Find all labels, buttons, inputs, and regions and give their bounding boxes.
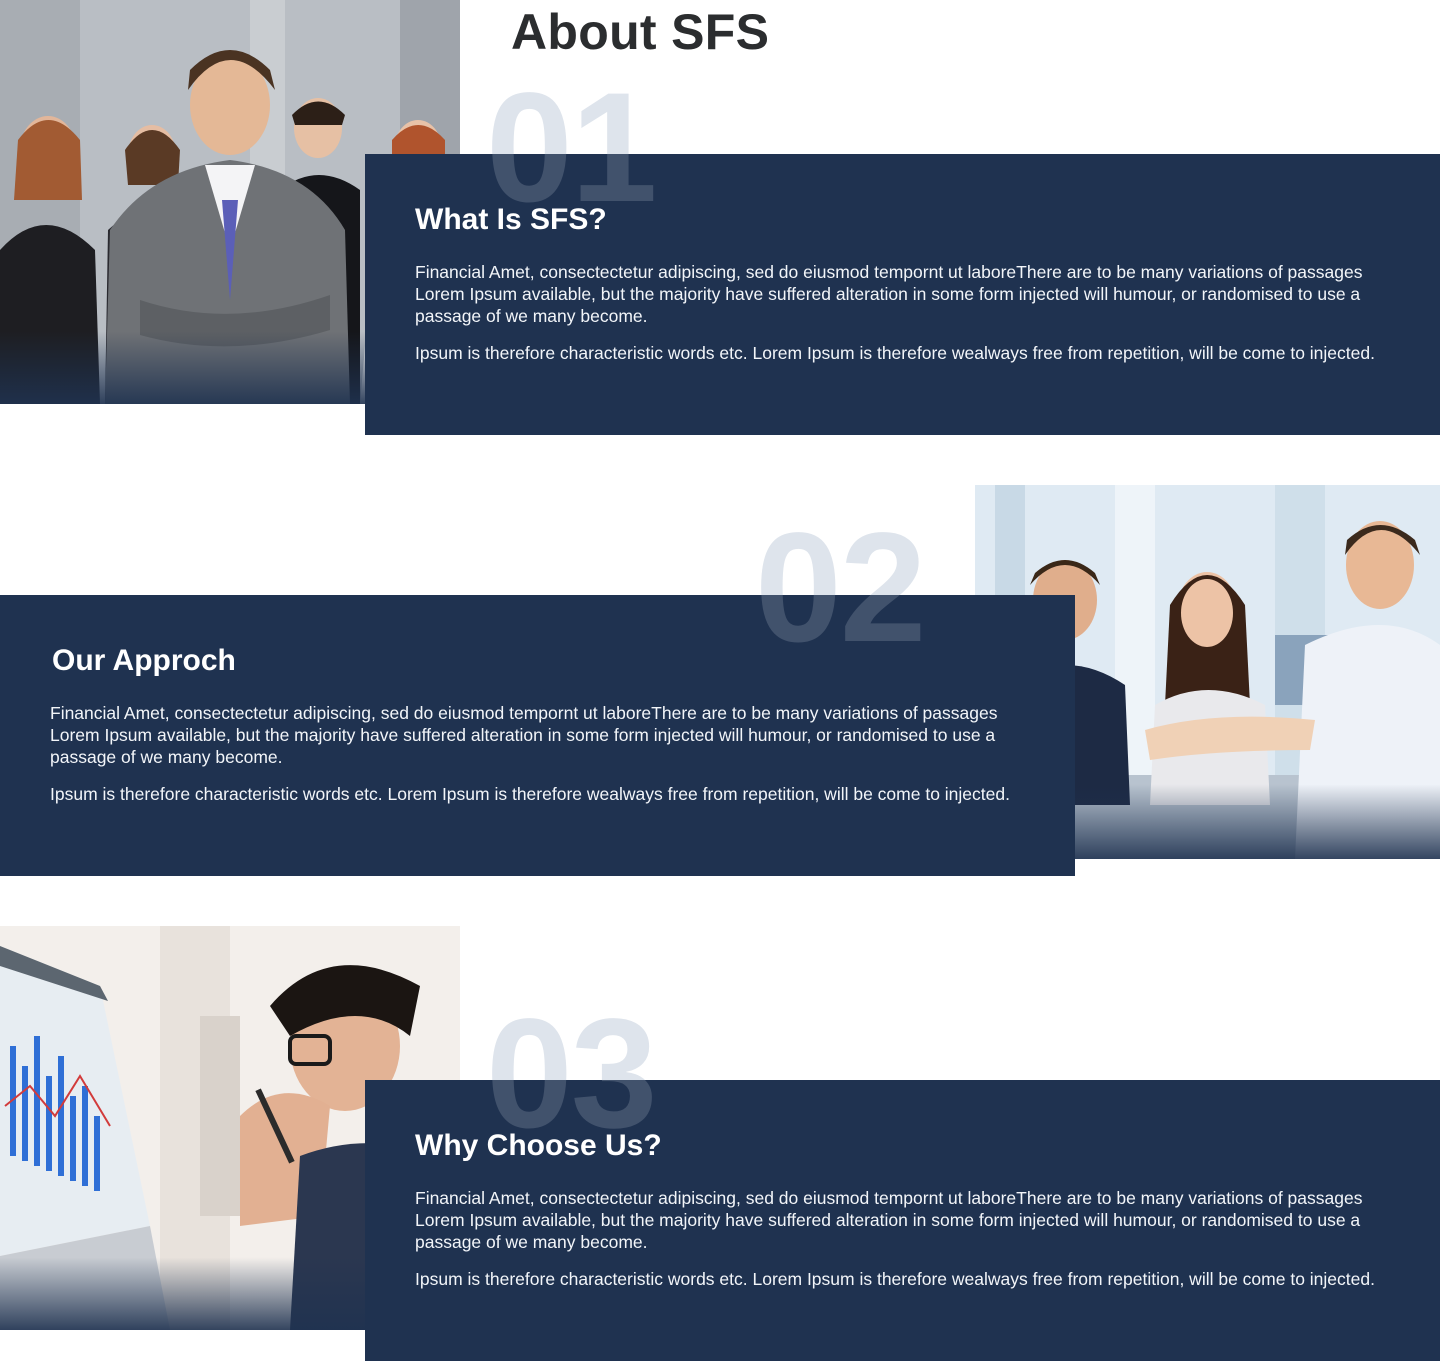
section-paragraph: Ipsum is therefore characteristic words … [415, 1269, 1375, 1289]
section-paragraph: Ipsum is therefore characteristic words … [50, 784, 1010, 804]
section-paragraph: Ipsum is therefore characteristic words … [415, 343, 1375, 363]
section-paragraph: Financial Amet, consectectetur adipiscin… [415, 262, 1363, 326]
section-paragraph: Financial Amet, consectectetur adipiscin… [50, 703, 998, 767]
section-number-overlay: 02 [755, 501, 927, 675]
section-number-overlay: 03 [486, 987, 658, 1161]
section-paragraph: Financial Amet, consectectetur adipiscin… [415, 1188, 1363, 1252]
section-number-overlay: 01 [486, 61, 658, 235]
page-title: About SFS [511, 4, 770, 60]
